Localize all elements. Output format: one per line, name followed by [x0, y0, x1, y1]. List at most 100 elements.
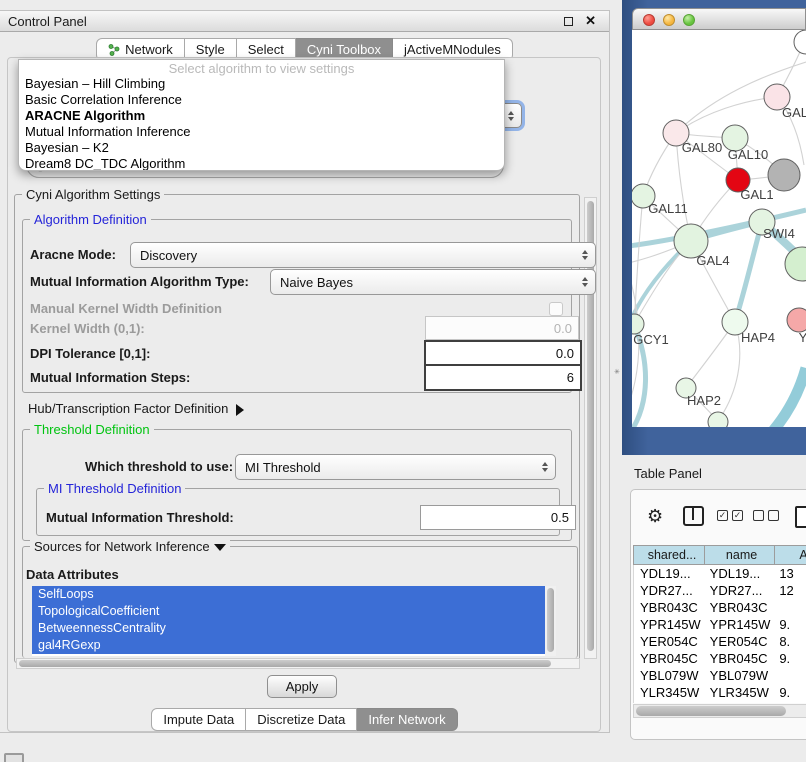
network-node[interactable] — [794, 30, 806, 54]
table-cell: 9. — [775, 616, 806, 633]
mi-steps-field[interactable]: 6 — [424, 364, 582, 391]
mi-threshold-field[interactable]: 0.5 — [420, 505, 576, 530]
node-label: GAL4 — [696, 253, 729, 268]
document-icon[interactable] — [795, 506, 806, 528]
columns-icon[interactable] — [683, 506, 704, 526]
attributes-scrollbar[interactable] — [545, 586, 556, 656]
minimized-panel-icon[interactable] — [4, 753, 24, 762]
table-row[interactable]: YLR345WYLR345W9. — [634, 684, 806, 701]
mi-threshold-label: Mutual Information Threshold: — [46, 510, 234, 525]
manual-kernel-width-label: Manual Kernel Width Definition — [30, 301, 222, 316]
algorithm-option[interactable]: Dream8 DC_TDC Algorithm — [19, 156, 504, 171]
table-cell: 9. — [775, 650, 806, 667]
close-icon[interactable]: ✕ — [585, 13, 596, 29]
unchecked-checkbox-icon[interactable] — [753, 510, 764, 521]
network-window-titlebar[interactable] — [632, 8, 806, 30]
tab-label: Network — [125, 42, 173, 57]
attribute-list-item[interactable]: TopologicalCoefficient — [32, 603, 545, 620]
table-row[interactable]: YIL052CYIL052C9 — [634, 701, 806, 703]
network-node-gcy1[interactable] — [632, 314, 644, 334]
algorithm-dropdown-list: Select algorithm to view settings Bayesi… — [18, 59, 505, 171]
which-threshold-value: MI Threshold — [245, 460, 321, 475]
table-cell: YER054C — [634, 633, 706, 650]
kernel-width-value: 0.0 — [554, 321, 572, 336]
aracne-mode-combo[interactable]: Discovery — [130, 242, 596, 268]
minimize-traffic-light-icon[interactable] — [663, 14, 675, 26]
control-panel-titlebar: Control Panel ✕ — [0, 11, 609, 32]
sources-group-title[interactable]: Sources for Network Inference — [30, 539, 230, 554]
combo-stepper-icon — [542, 462, 548, 472]
table-cell: 13 — [775, 565, 806, 582]
mi-steps-value: 6 — [567, 370, 574, 385]
dpi-tolerance-value: 0.0 — [556, 346, 574, 361]
algorithm-option[interactable]: Bayesian – Hill Climbing — [19, 76, 504, 92]
tab-discretize-data[interactable]: Discretize Data — [246, 708, 357, 731]
table-row[interactable]: YER054CYER054C8. — [634, 633, 806, 650]
kernel-width-field[interactable]: 0.0 — [425, 316, 579, 340]
table-cell: 8. — [775, 633, 806, 650]
column-header[interactable]: shared... — [633, 545, 705, 565]
table-horizontal-scrollbar[interactable] — [633, 704, 806, 718]
table-row[interactable]: YBR043CYBR043C — [634, 599, 806, 616]
table-cell: YIL052C — [706, 701, 776, 703]
table-cell: YDL19... — [634, 565, 706, 582]
attribute-list-item[interactable]: BetweennessCentrality — [32, 620, 545, 637]
unchecked-checkbox-icon[interactable] — [768, 510, 779, 521]
network-graph: GALGAL80GAL10GAL1GAL11SWI4GAL4GCY1HAP4YH… — [632, 30, 806, 427]
algorithm-definition-title: Algorithm Definition — [30, 212, 151, 227]
table-cell: YDR27... — [706, 582, 776, 599]
settings-horizontal-scrollbar[interactable] — [16, 658, 580, 669]
column-header[interactable]: name — [705, 545, 775, 565]
table-row[interactable]: YPR145WYPR145W9. — [634, 616, 806, 633]
dpi-tolerance-field[interactable]: 0.0 — [424, 340, 582, 367]
network-icon — [108, 44, 121, 56]
network-canvas[interactable]: GALGAL80GAL10GAL1GAL11SWI4GAL4GCY1HAP4YH… — [632, 30, 806, 427]
zoom-traffic-light-icon[interactable] — [683, 14, 695, 26]
combo-stepper-icon — [582, 250, 588, 260]
data-attributes-list[interactable]: SelfLoopsTopologicalCoefficientBetweenne… — [32, 586, 556, 656]
dropdown-placeholder: Select algorithm to view settings — [19, 60, 504, 76]
algorithm-option[interactable]: Mutual Information Inference — [19, 124, 504, 140]
algorithm-option[interactable]: Basic Correlation Inference — [19, 92, 504, 108]
checked-checkbox-icon[interactable]: ✓ — [717, 510, 728, 521]
table-header-row: shared...nameA — [633, 545, 806, 565]
apply-button[interactable]: Apply — [267, 675, 337, 698]
node-label: GCY1 — [633, 332, 668, 347]
settings-group-title: Cyni Algorithm Settings — [22, 187, 164, 202]
table-cell: YPR145W — [634, 616, 706, 633]
manual-kernel-width-checkbox[interactable] — [549, 302, 563, 316]
tab-impute-data[interactable]: Impute Data — [151, 708, 246, 731]
attribute-list-item[interactable]: gal4RGexp — [32, 637, 545, 654]
tab-label: jActiveMNodules — [404, 42, 501, 57]
table-row[interactable]: YDR27...YDR27...12 — [634, 582, 806, 599]
network-node[interactable] — [708, 412, 728, 427]
hub-section[interactable]: Hub/Transcription Factor Definition — [28, 401, 244, 416]
tab-infer-network[interactable]: Infer Network — [357, 708, 457, 731]
network-node-y[interactable] — [787, 308, 806, 332]
node-label: GAL11 — [648, 201, 688, 216]
table-row[interactable]: YBR045CYBR045C9. — [634, 650, 806, 667]
node-label: GAL10 — [728, 147, 768, 162]
attribute-list-item[interactable]: SelfLoops — [32, 586, 545, 603]
panel-divider-handle[interactable]: ✳ — [614, 368, 620, 376]
table-row[interactable]: YBL079WYBL079W — [634, 667, 806, 684]
column-header[interactable]: A — [775, 545, 806, 565]
algorithm-option[interactable]: ARACNE Algorithm — [19, 108, 504, 124]
mi-algorithm-type-combo[interactable]: Naive Bayes — [270, 269, 596, 295]
expand-right-icon[interactable] — [236, 404, 244, 416]
gear-icon[interactable]: ⚙ — [647, 506, 663, 526]
cyni-bottom-tabs: Impute DataDiscretize DataInfer Network — [0, 708, 609, 731]
mi-algorithm-type-value: Naive Bayes — [280, 275, 353, 290]
collapse-down-icon[interactable] — [214, 544, 226, 551]
application-window: Control Panel ✕ NetworkStyleSelectCyni T… — [0, 0, 806, 762]
data-attributes-label: Data Attributes — [26, 567, 119, 582]
network-node[interactable] — [785, 247, 806, 281]
node-label: GAL1 — [740, 187, 773, 202]
close-traffic-light-icon[interactable] — [643, 14, 655, 26]
algorithm-option[interactable]: Bayesian – K2 — [19, 140, 504, 156]
table-cell: YIL052C — [634, 701, 706, 703]
which-threshold-combo[interactable]: MI Threshold — [235, 454, 556, 480]
table-row[interactable]: YDL19...YDL19...13 — [634, 565, 806, 582]
float-window-icon[interactable] — [564, 17, 573, 26]
checked-checkbox-icon[interactable]: ✓ — [732, 510, 743, 521]
